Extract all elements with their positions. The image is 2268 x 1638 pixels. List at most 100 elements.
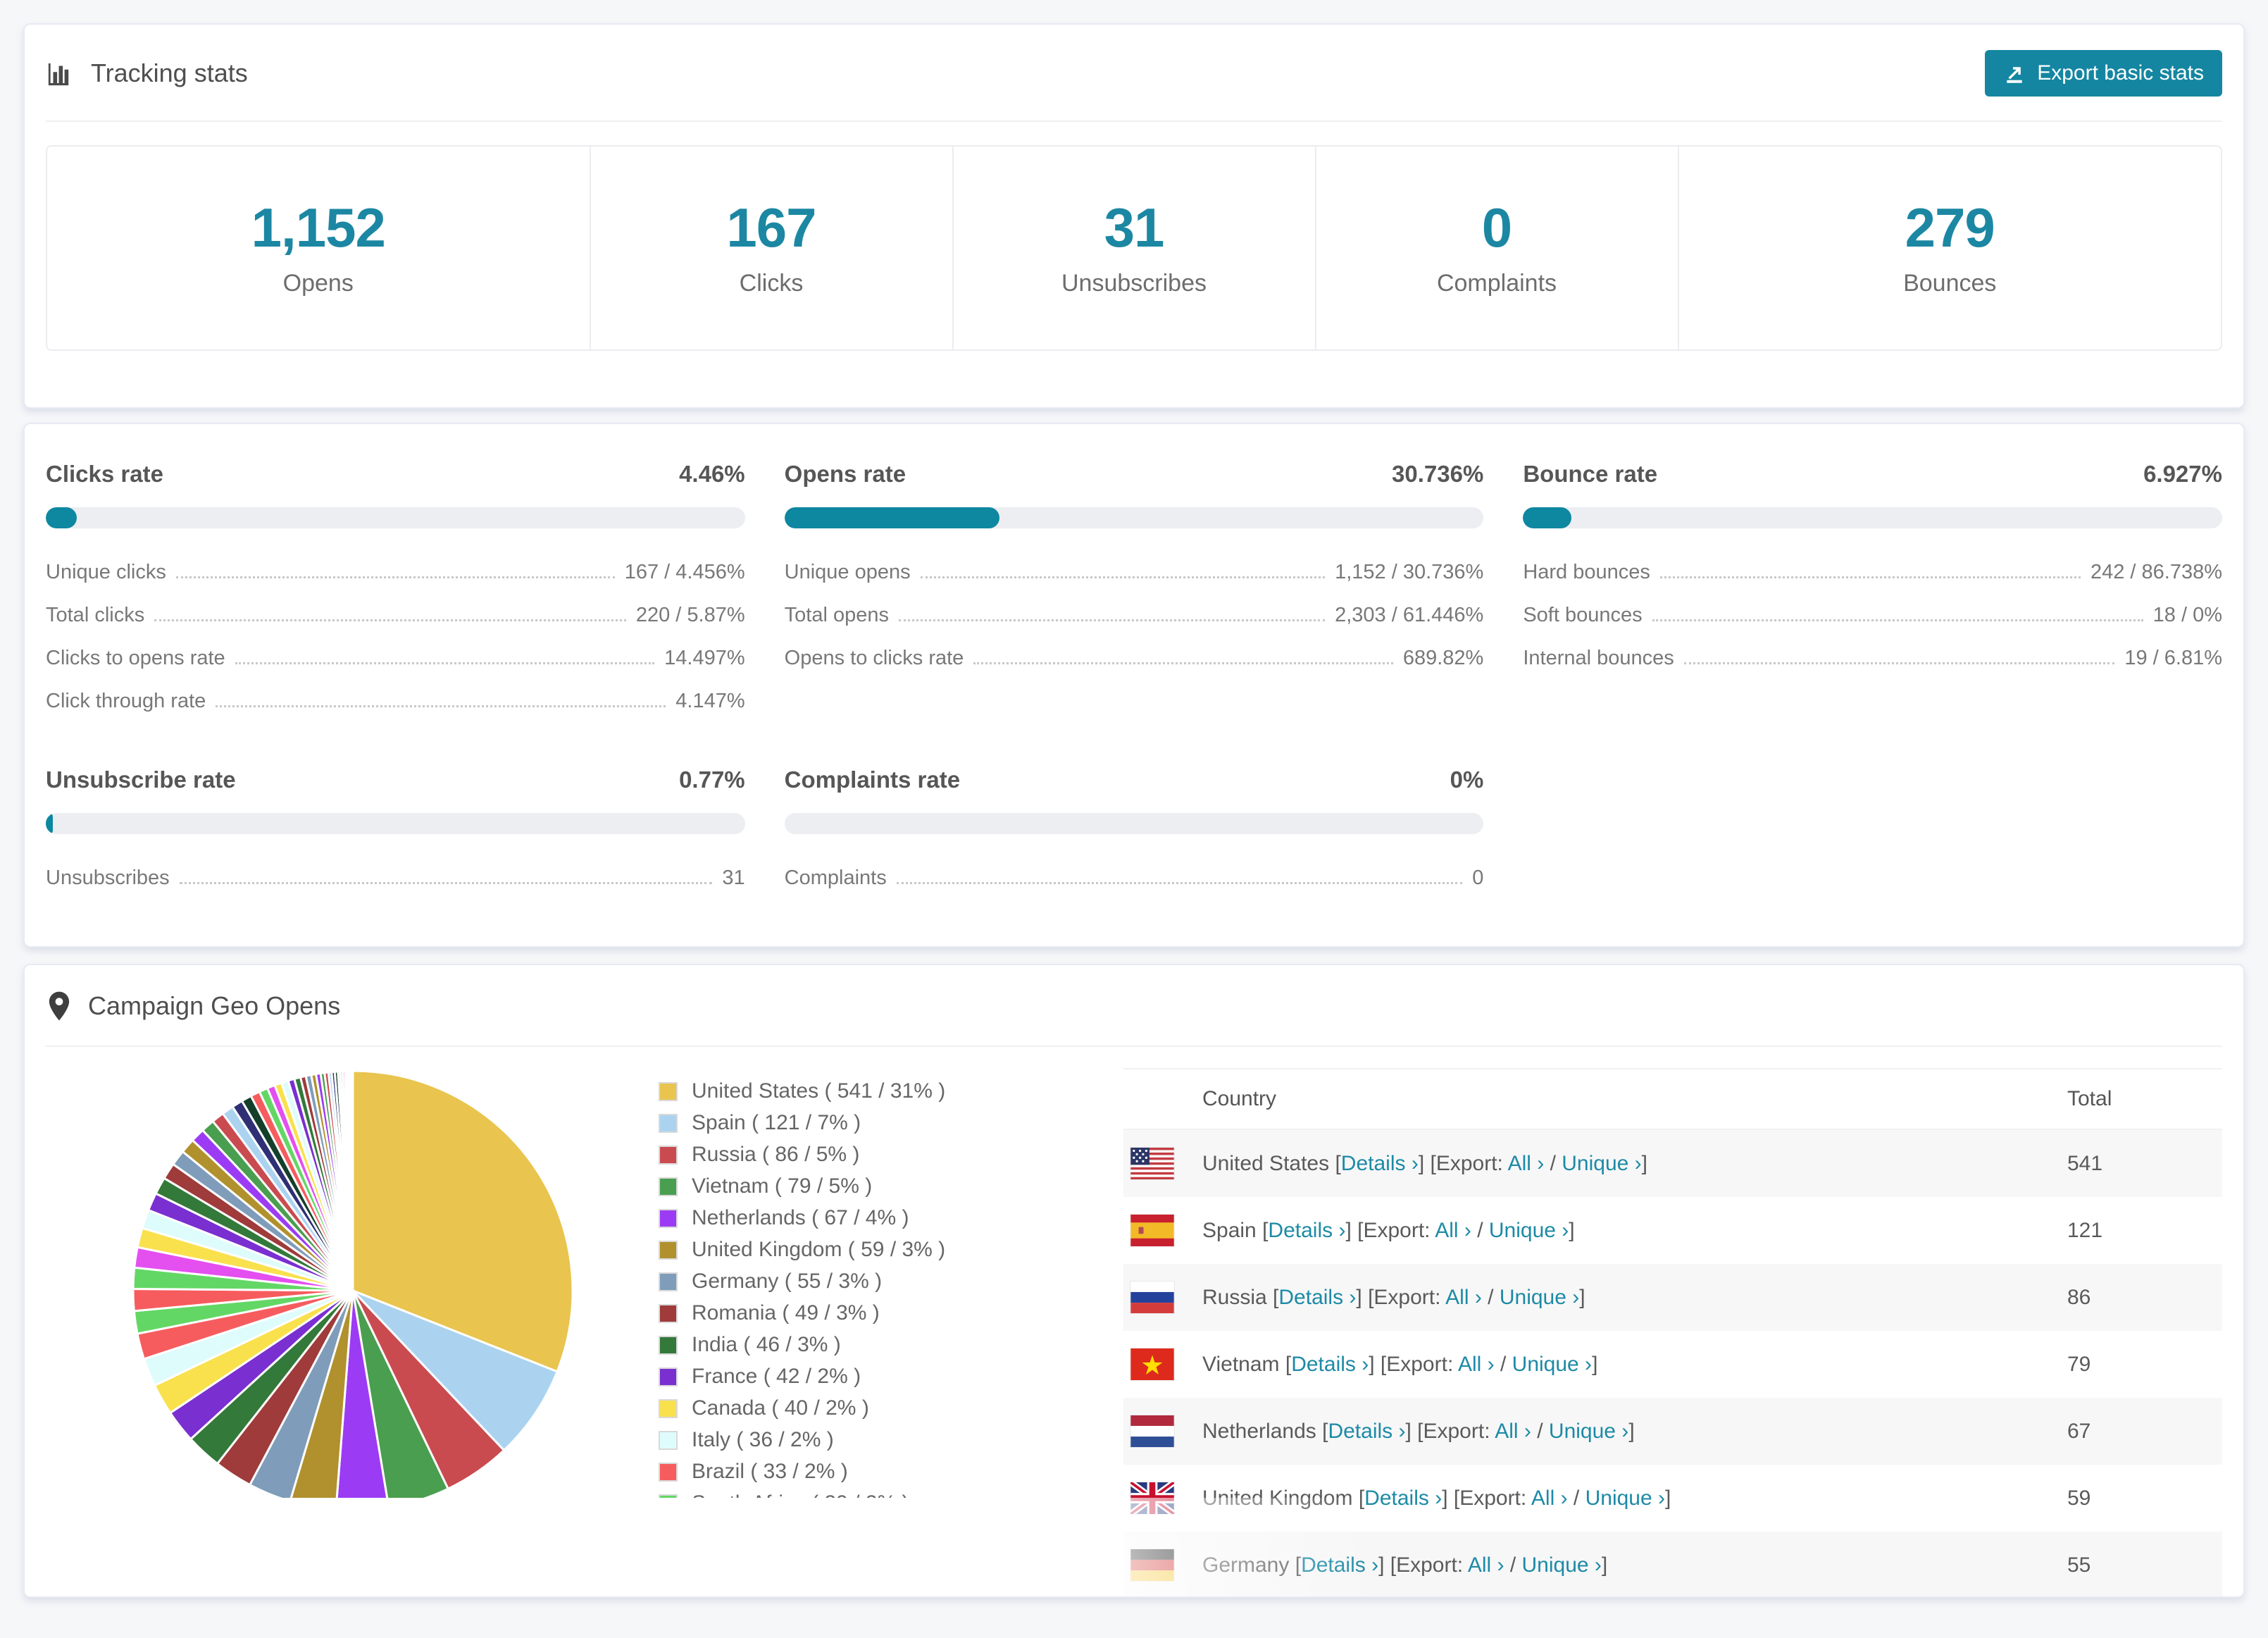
- country-name: Spain: [1202, 1218, 1257, 1242]
- stat-value: 1,152: [251, 197, 386, 259]
- details-link[interactable]: Details ›: [1301, 1553, 1378, 1577]
- campaign-geo-opens-card: Campaign Geo Opens United States ( 541 /…: [23, 964, 2245, 1598]
- country-cell: Germany [Details ›] [Export: All › / Uni…: [1202, 1553, 1608, 1577]
- export-all-link[interactable]: All ›: [1531, 1487, 1568, 1510]
- legend-swatch: [659, 1081, 678, 1101]
- legend-item[interactable]: Spain ( 121 / 7% ): [659, 1111, 1123, 1135]
- legend-swatch: [659, 1367, 678, 1386]
- clicks-rate-title: Clicks rate: [46, 461, 163, 487]
- legend-item[interactable]: United Kingdom ( 59 / 3% ): [659, 1238, 1123, 1262]
- export-all-link[interactable]: All ›: [1495, 1420, 1531, 1443]
- bounce-rate-progressbar: [1523, 507, 2222, 528]
- details-link[interactable]: Details ›: [1328, 1420, 1405, 1443]
- dotted-leader: [1683, 662, 2115, 664]
- summary-stat-clicks: 167 Clicks: [589, 147, 952, 349]
- legend-label: Canada ( 40 / 2% ): [692, 1396, 869, 1420]
- legend-swatch: [659, 1398, 678, 1418]
- export-all-link[interactable]: All ›: [1435, 1219, 1471, 1242]
- legend-item[interactable]: Vietnam ( 79 / 5% ): [659, 1174, 1123, 1198]
- legend-label: Netherlands ( 67 / 4% ): [692, 1206, 909, 1229]
- legend-item[interactable]: Russia ( 86 / 5% ): [659, 1143, 1123, 1167]
- stat-row-value: 14.497%: [664, 647, 745, 669]
- export-unique-link[interactable]: Unique ›: [1562, 1152, 1641, 1175]
- table-row: United Kingdom [Details ›] [Export: All …: [1123, 1465, 2222, 1532]
- flag-de-icon: [1130, 1549, 1175, 1582]
- legend-label: Romania ( 49 / 3% ): [692, 1301, 880, 1324]
- geo-table-header: Country Total: [1123, 1068, 2222, 1130]
- legend-swatch: [659, 1113, 678, 1133]
- unsubscribe-rate-value: 0.77%: [679, 767, 745, 793]
- country-cell: Vietnam [Details ›] [Export: All › / Uni…: [1202, 1352, 1598, 1376]
- stat-value: 279: [1905, 197, 1995, 259]
- export-all-link[interactable]: All ›: [1508, 1152, 1545, 1175]
- stat-row-label: Unique opens: [784, 561, 911, 583]
- export-unique-link[interactable]: Unique ›: [1522, 1553, 1602, 1577]
- stat-row-value: 19 / 6.81%: [2124, 647, 2222, 669]
- export-unique-link[interactable]: Unique ›: [1549, 1420, 1628, 1443]
- table-row: Russia [Details ›] [Export: All › / Uniq…: [1123, 1264, 2222, 1331]
- tracking-stats-title: Tracking stats: [46, 58, 248, 88]
- flag-vn-icon: [1130, 1348, 1175, 1381]
- legend-item[interactable]: Italy ( 36 / 2% ): [659, 1428, 1123, 1452]
- dotted-leader: [920, 576, 1326, 578]
- export-all-link[interactable]: All ›: [1458, 1353, 1495, 1376]
- details-link[interactable]: Details ›: [1268, 1219, 1345, 1242]
- details-link[interactable]: Details ›: [1291, 1353, 1369, 1376]
- pie-legend: United States ( 541 / 31% ) Spain ( 121 …: [630, 1047, 1123, 1596]
- complaints-rate-progressbar: [784, 813, 1484, 834]
- legend-label: Vietnam ( 79 / 5% ): [692, 1174, 873, 1198]
- export-all-link[interactable]: All ›: [1468, 1553, 1504, 1577]
- stat-row: Total clicks 220 / 5.87%: [46, 594, 745, 637]
- legend-swatch: [659, 1462, 678, 1482]
- export-all-link[interactable]: All ›: [1445, 1286, 1482, 1309]
- tracking-stats-header: Tracking stats Export basic stats: [25, 25, 2243, 120]
- legend-item[interactable]: Canada ( 40 / 2% ): [659, 1396, 1123, 1420]
- legend-item[interactable]: India ( 46 / 3% ): [659, 1333, 1123, 1357]
- dotted-leader: [898, 619, 1326, 621]
- geo-title: Campaign Geo Opens: [46, 991, 340, 1022]
- details-link[interactable]: Details ›: [1278, 1286, 1356, 1309]
- stat-row-value: 1,152 / 30.736%: [1335, 561, 1484, 583]
- stat-row: Total opens 2,303 / 61.446%: [785, 594, 1484, 637]
- summary-stat-unsubscribes: 31 Unsubscribes: [952, 147, 1315, 349]
- country-name: United States: [1202, 1151, 1330, 1175]
- stat-value: 0: [1481, 197, 1512, 259]
- dotted-leader: [175, 576, 615, 578]
- export-unique-link[interactable]: Unique ›: [1585, 1487, 1665, 1510]
- summary-stats-row: 1,152 Opens 167 Clicks 31 Unsubscribes 0…: [46, 145, 2222, 351]
- legend-item[interactable]: Romania ( 49 / 3% ): [659, 1301, 1123, 1325]
- unsubscribe-rate-section: Unsubscribe rate 0.77% Unsubscribes 31: [46, 767, 745, 900]
- export-unique-link[interactable]: Unique ›: [1489, 1219, 1569, 1242]
- export-icon: [2007, 67, 2022, 83]
- legend-swatch: [659, 1272, 678, 1291]
- legend-item[interactable]: France ( 42 / 2% ): [659, 1365, 1123, 1389]
- details-link[interactable]: Details ›: [1341, 1152, 1419, 1175]
- stat-label: Complaints: [1436, 270, 1557, 297]
- dotted-leader: [179, 882, 713, 884]
- stat-row: Internal bounces 19 / 6.81%: [1523, 637, 2222, 680]
- stat-row: Unsubscribes 31: [46, 857, 745, 900]
- country-cell: Russia [Details ›] [Export: All › / Uniq…: [1202, 1285, 1585, 1309]
- stat-row-value: 18 / 0%: [2152, 604, 2222, 626]
- export-unique-link[interactable]: Unique ›: [1500, 1286, 1579, 1309]
- legend-item[interactable]: Netherlands ( 67 / 4% ): [659, 1206, 1123, 1230]
- opens-rate-title: Opens rate: [784, 461, 906, 487]
- stat-row-value: 2,303 / 61.446%: [1335, 604, 1484, 626]
- dotted-leader: [235, 662, 655, 664]
- dotted-leader: [216, 705, 666, 707]
- legend-item[interactable]: Brazil ( 33 / 2% ): [659, 1460, 1123, 1484]
- stat-row-label: Internal bounces: [1523, 647, 1674, 669]
- legend-item[interactable]: Germany ( 55 / 3% ): [659, 1270, 1123, 1293]
- export-unique-link[interactable]: Unique ›: [1512, 1353, 1592, 1376]
- export-basic-stats-button[interactable]: Export basic stats: [1985, 50, 2222, 97]
- details-link[interactable]: Details ›: [1364, 1487, 1442, 1510]
- pie-slice: [351, 1069, 354, 1292]
- legend-swatch: [659, 1240, 678, 1260]
- stat-row: Clicks to opens rate 14.497%: [46, 637, 745, 680]
- stat-value: 167: [726, 197, 816, 259]
- legend-label: France ( 42 / 2% ): [692, 1365, 861, 1388]
- legend-item[interactable]: United States ( 541 / 31% ): [659, 1079, 1123, 1103]
- pie-chart: [132, 1069, 574, 1512]
- country-name: Netherlands: [1202, 1419, 1316, 1443]
- legend-item[interactable]: South Africa ( 29 / 2% ): [659, 1491, 1123, 1515]
